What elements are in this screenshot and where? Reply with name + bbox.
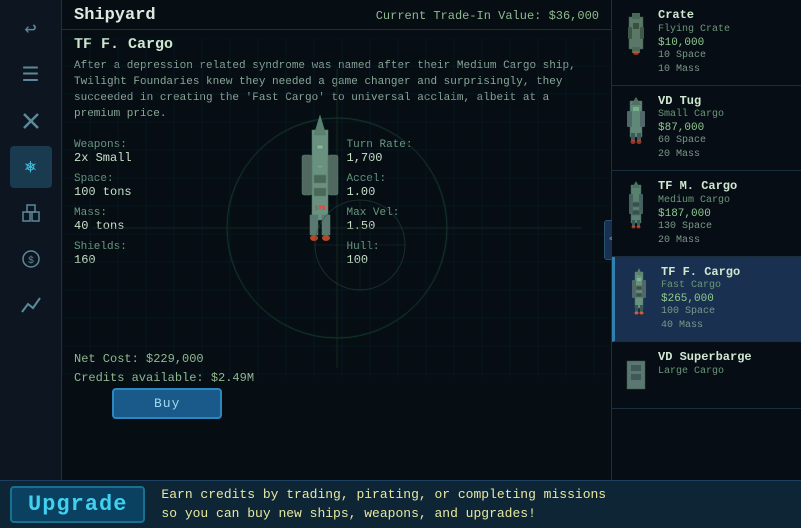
vd-tug-info: VD Tug Small Cargo $87,000 60 Space 20 M…: [658, 94, 791, 163]
ship-card-vd-superbarge[interactable]: VD Superbarge Large Cargo: [612, 342, 801, 409]
vd-superbarge-info: VD Superbarge Large Cargo: [658, 350, 791, 379]
sidebar-icon-tools[interactable]: [10, 100, 52, 142]
upgrade-bar: Upgrade Earn credits by trading, piratin…: [0, 480, 801, 528]
crate-sprite: [622, 8, 650, 58]
ship-card-vd-tug[interactable]: VD Tug Small Cargo $87,000 60 Space 20 M…: [612, 86, 801, 172]
buy-button[interactable]: Buy: [112, 388, 222, 419]
ship-sprite: STS: [280, 100, 360, 260]
sidebar-icon-nav[interactable]: ☰: [10, 54, 52, 96]
sidebar-icon-helm[interactable]: ⎈: [10, 146, 52, 188]
tf-f-cargo-info: TF F. Cargo Fast Cargo $265,000 100 Spac…: [661, 265, 791, 334]
svg-text:$: $: [27, 255, 33, 267]
ship-card-tf-f-cargo[interactable]: TF F. Cargo Fast Cargo $265,000 100 Spac…: [612, 257, 801, 343]
ship-svg: STS: [290, 110, 350, 250]
sidebar-icon-back[interactable]: ↩: [10, 8, 52, 50]
upgrade-text: Earn credits by trading, pirating, or co…: [161, 486, 606, 522]
tf-m-cargo-sprite: [622, 179, 650, 229]
sidebar-icon-cargo[interactable]: [10, 192, 52, 234]
ship-list-panel: Crate Flying Crate $10,000 10 Space 10 M…: [612, 0, 801, 480]
cost-area: Net Cost: $229,000 Credits available: $2…: [62, 350, 266, 388]
page-title: Shipyard: [74, 6, 156, 25]
sidebar-icon-credits[interactable]: $: [10, 238, 52, 280]
sidebar-icon-stats[interactable]: [10, 284, 52, 326]
crate-info: Crate Flying Crate $10,000 10 Space 10 M…: [658, 8, 791, 77]
upgrade-label[interactable]: Upgrade: [10, 486, 145, 523]
vd-tug-sprite: [622, 94, 650, 144]
ship-card-crate[interactable]: Crate Flying Crate $10,000 10 Space 10 M…: [612, 0, 801, 86]
svg-text:STS: STS: [315, 205, 326, 212]
net-cost: Net Cost: $229,000: [74, 350, 254, 369]
vd-superbarge-sprite: [622, 350, 650, 400]
sidebar: ↩ ☰ ⎈ $: [0, 0, 62, 480]
credits-available: Credits available: $2.49M: [74, 369, 254, 388]
ship-card-tf-m-cargo[interactable]: TF M. Cargo Medium Cargo $187,000 130 Sp…: [612, 171, 801, 257]
tf-f-cargo-sprite: [625, 265, 653, 315]
tf-m-cargo-info: TF M. Cargo Medium Cargo $187,000 130 Sp…: [658, 179, 791, 248]
trade-in-value: Current Trade-In Value: $36,000: [376, 9, 599, 23]
header: Shipyard Current Trade-In Value: $36,000: [62, 0, 611, 30]
